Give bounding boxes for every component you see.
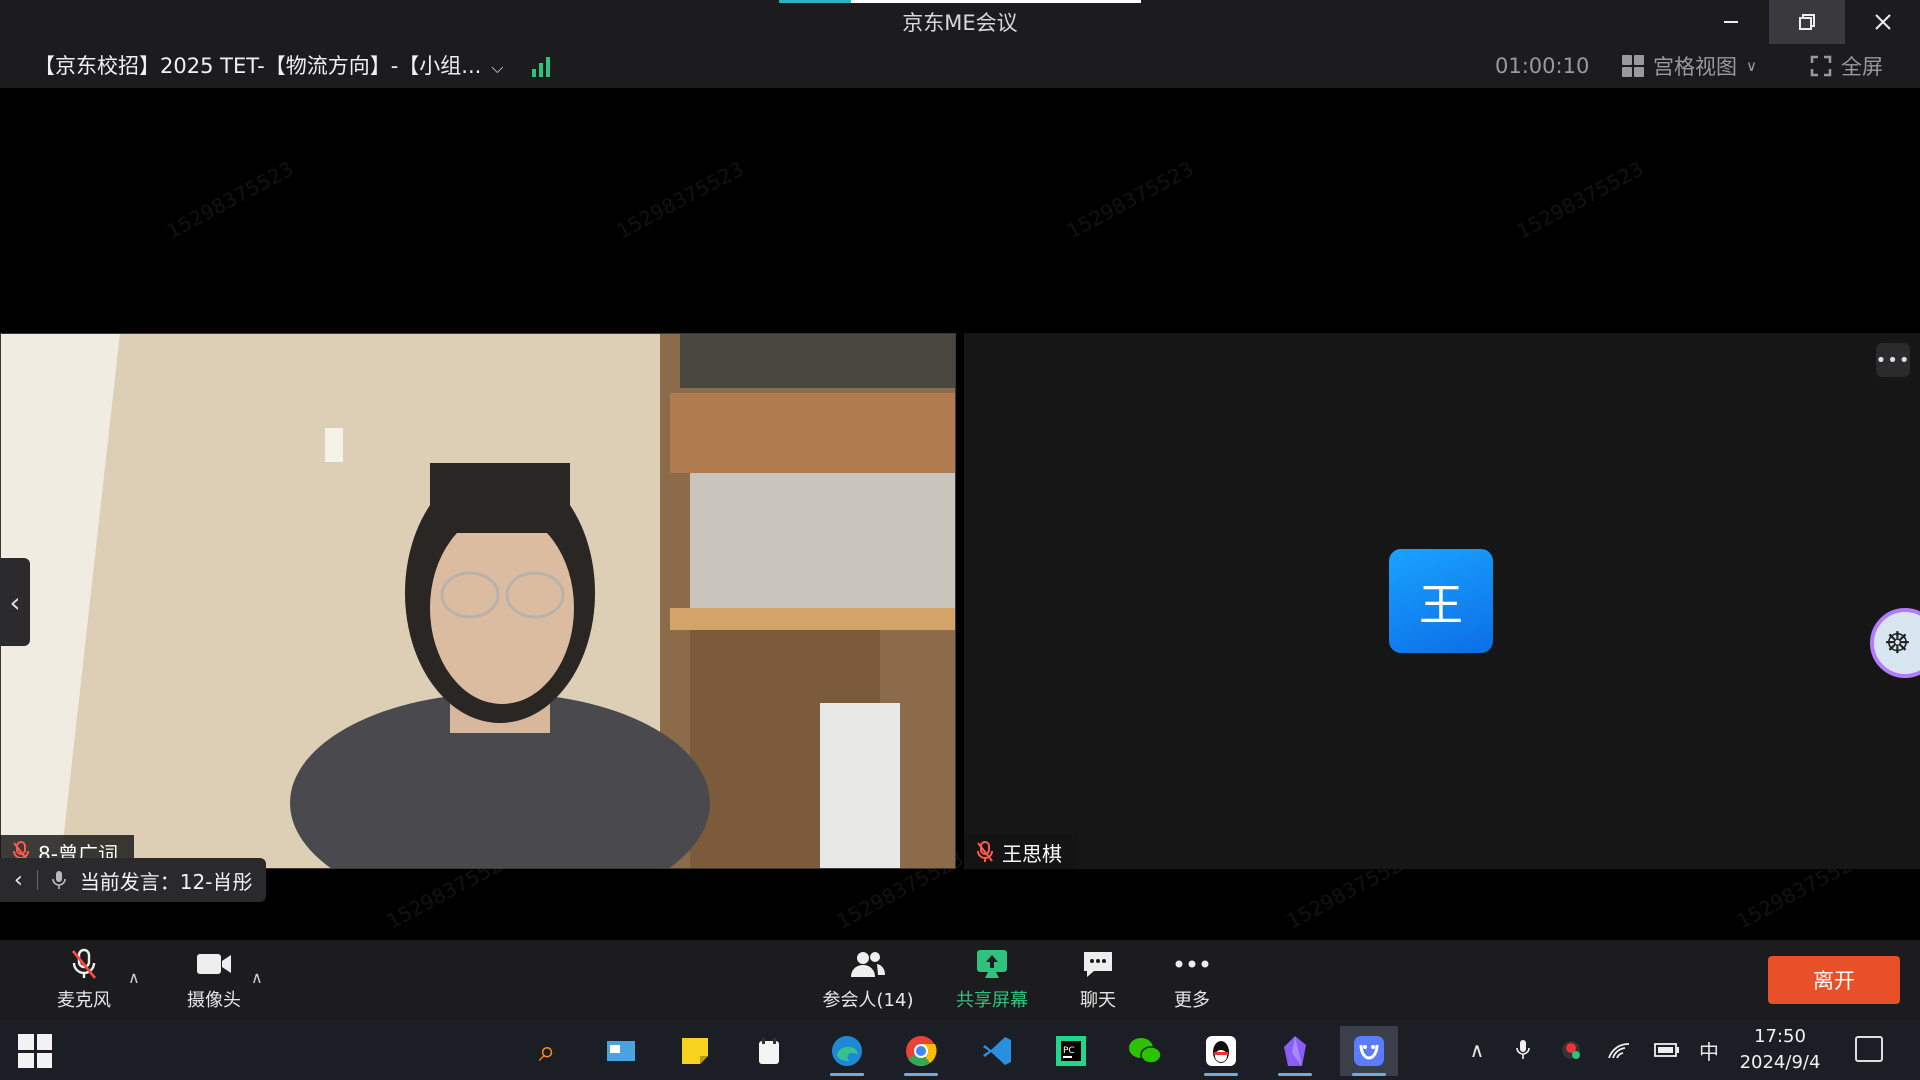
notification-center-icon[interactable] bbox=[1855, 1036, 1883, 1062]
meeting-toolbar: 麦克风 ∧ 摄像头 ∧ 参会人(14) 共享屏幕 聊天 更多 离开 bbox=[0, 940, 1920, 1020]
fullscreen-button[interactable]: 全屏 bbox=[1810, 44, 1883, 88]
collapse-panel-button[interactable]: ‹ bbox=[0, 558, 30, 646]
watermark: 15298375523 bbox=[1062, 156, 1198, 244]
participants-label: 参会人(14) bbox=[822, 990, 914, 1011]
view-mode-label: 宫格视图 bbox=[1653, 55, 1737, 79]
battery-icon[interactable] bbox=[1652, 1020, 1682, 1080]
chevron-down-icon: ⌵ bbox=[491, 58, 504, 77]
meeting-name-dropdown[interactable]: 【京东校招】2025 TET-【物流方向】-【小组... ⌵ bbox=[34, 44, 503, 88]
mic-muted-icon bbox=[71, 948, 97, 979]
minimize-icon bbox=[1724, 21, 1738, 23]
camera-button[interactable]: 摄像头 bbox=[174, 940, 254, 1020]
tray-app-icon[interactable] bbox=[1556, 1020, 1586, 1080]
view-mode-button[interactable]: 宫格视图 ∨ bbox=[1622, 44, 1757, 88]
chevron-left-icon: ‹ bbox=[9, 585, 21, 619]
ellipsis-icon: ••• bbox=[1875, 349, 1911, 371]
current-speaker-bar[interactable]: ‹ 当前发言：12-肖彤 bbox=[0, 858, 267, 902]
input-method-indicator[interactable]: 中 bbox=[1694, 1020, 1724, 1080]
edge-app-icon[interactable] bbox=[818, 1026, 876, 1076]
ellipsis-icon bbox=[1175, 960, 1209, 968]
camera-icon bbox=[197, 954, 231, 974]
leave-meeting-button[interactable]: 离开 bbox=[1768, 956, 1900, 1004]
meeting-info-bar: 【京东校招】2025 TET-【物流方向】-【小组... ⌵ 01:00:10 宫… bbox=[0, 44, 1920, 88]
window-title-bar: 京东ME会议 bbox=[0, 0, 1920, 44]
fullscreen-label: 全屏 bbox=[1841, 55, 1883, 79]
share-screen-icon bbox=[977, 950, 1007, 978]
close-icon bbox=[1875, 14, 1891, 30]
participant-video bbox=[0, 333, 956, 869]
current-speaker-label: 当前发言：12-肖彤 bbox=[79, 869, 253, 894]
chrome-app-icon[interactable] bbox=[892, 1026, 950, 1076]
participant-tile[interactable]: 王 ••• 王思棋 bbox=[964, 333, 1920, 869]
network-signal-icon[interactable] bbox=[532, 57, 554, 77]
more-button[interactable]: 更多 bbox=[1152, 940, 1232, 1020]
app-title: 京东ME会议 bbox=[902, 11, 1018, 35]
grid-view-icon bbox=[1622, 55, 1644, 77]
chevron-left-icon[interactable]: ‹ bbox=[14, 868, 23, 893]
control-panel-app-icon[interactable] bbox=[592, 1026, 650, 1076]
jd-me-app-icon[interactable] bbox=[1340, 1026, 1398, 1076]
microphone-button[interactable]: 麦克风 bbox=[44, 940, 124, 1020]
windows-start-icon[interactable] bbox=[18, 1034, 52, 1068]
restore-icon bbox=[1799, 14, 1815, 30]
wechat-app-icon[interactable] bbox=[1116, 1026, 1174, 1076]
chevron-down-icon: ∨ bbox=[1746, 57, 1757, 75]
video-stage: 15298375523 15298375523 15298375523 1529… bbox=[0, 88, 1920, 940]
participants-button[interactable]: 参会人(14) bbox=[818, 940, 918, 1020]
clock-time: 17:50 bbox=[1754, 1026, 1806, 1047]
more-options-button[interactable]: ••• bbox=[1876, 343, 1910, 377]
pycharm-app-icon[interactable]: PC bbox=[1042, 1026, 1100, 1076]
fullscreen-icon bbox=[1810, 55, 1832, 77]
share-screen-label: 共享屏幕 bbox=[956, 990, 1028, 1011]
share-screen-button[interactable]: 共享屏幕 bbox=[946, 940, 1038, 1020]
windows-taskbar: ⌕ PC ∧ 中 17:50 2024/9/4 bbox=[0, 1020, 1920, 1080]
chevron-up-icon[interactable]: ∧ bbox=[128, 968, 140, 987]
camera-label: 摄像头 bbox=[187, 990, 241, 1011]
microphone-label: 麦克风 bbox=[57, 990, 111, 1011]
divider bbox=[36, 870, 38, 890]
microphone-icon[interactable] bbox=[1508, 1020, 1538, 1080]
wifi-icon[interactable] bbox=[1604, 1020, 1634, 1080]
restore-button[interactable] bbox=[1769, 0, 1845, 44]
notepad-app-icon[interactable] bbox=[740, 1026, 798, 1076]
minimize-button[interactable] bbox=[1693, 0, 1769, 44]
qq-app-icon[interactable] bbox=[1192, 1026, 1250, 1076]
meeting-name: 【京东校招】2025 TET-【物流方向】-【小组... bbox=[34, 54, 482, 78]
chat-button[interactable]: 聊天 bbox=[1058, 940, 1138, 1020]
obsidian-app-icon[interactable] bbox=[1266, 1026, 1324, 1076]
assistant-icon: ☸ bbox=[1884, 625, 1911, 661]
close-button[interactable] bbox=[1845, 0, 1920, 44]
participant-name-tag: 王思棋 bbox=[964, 835, 1078, 869]
microphone-icon bbox=[52, 871, 66, 889]
vscode-app-icon[interactable] bbox=[968, 1026, 1026, 1076]
participants-icon bbox=[851, 952, 885, 977]
watermark: 15298375523 bbox=[1512, 156, 1648, 244]
participant-avatar: 王 bbox=[1389, 549, 1493, 653]
sticky-notes-app-icon[interactable] bbox=[666, 1026, 724, 1076]
more-label: 更多 bbox=[1174, 990, 1210, 1011]
chevron-up-icon[interactable]: ∧ bbox=[251, 968, 263, 987]
system-clock[interactable]: 17:50 2024/9/4 bbox=[1730, 1024, 1830, 1076]
svg-text:PC: PC bbox=[1063, 1046, 1075, 1056]
clock-date: 2024/9/4 bbox=[1739, 1052, 1821, 1073]
meeting-timer: 01:00:10 bbox=[1495, 54, 1590, 78]
participant-tile[interactable]: 8-曾广词 bbox=[0, 333, 956, 869]
chevron-up-icon[interactable]: ∧ bbox=[1462, 1020, 1492, 1080]
watermark: 15298375523 bbox=[612, 156, 748, 244]
watermark: 15298375523 bbox=[162, 156, 298, 244]
search-app-icon[interactable]: ⌕ bbox=[518, 1026, 576, 1076]
chat-icon bbox=[1084, 952, 1112, 977]
chat-label: 聊天 bbox=[1080, 990, 1116, 1011]
participant-name: 王思棋 bbox=[1002, 841, 1062, 866]
mic-muted-icon bbox=[977, 841, 993, 862]
